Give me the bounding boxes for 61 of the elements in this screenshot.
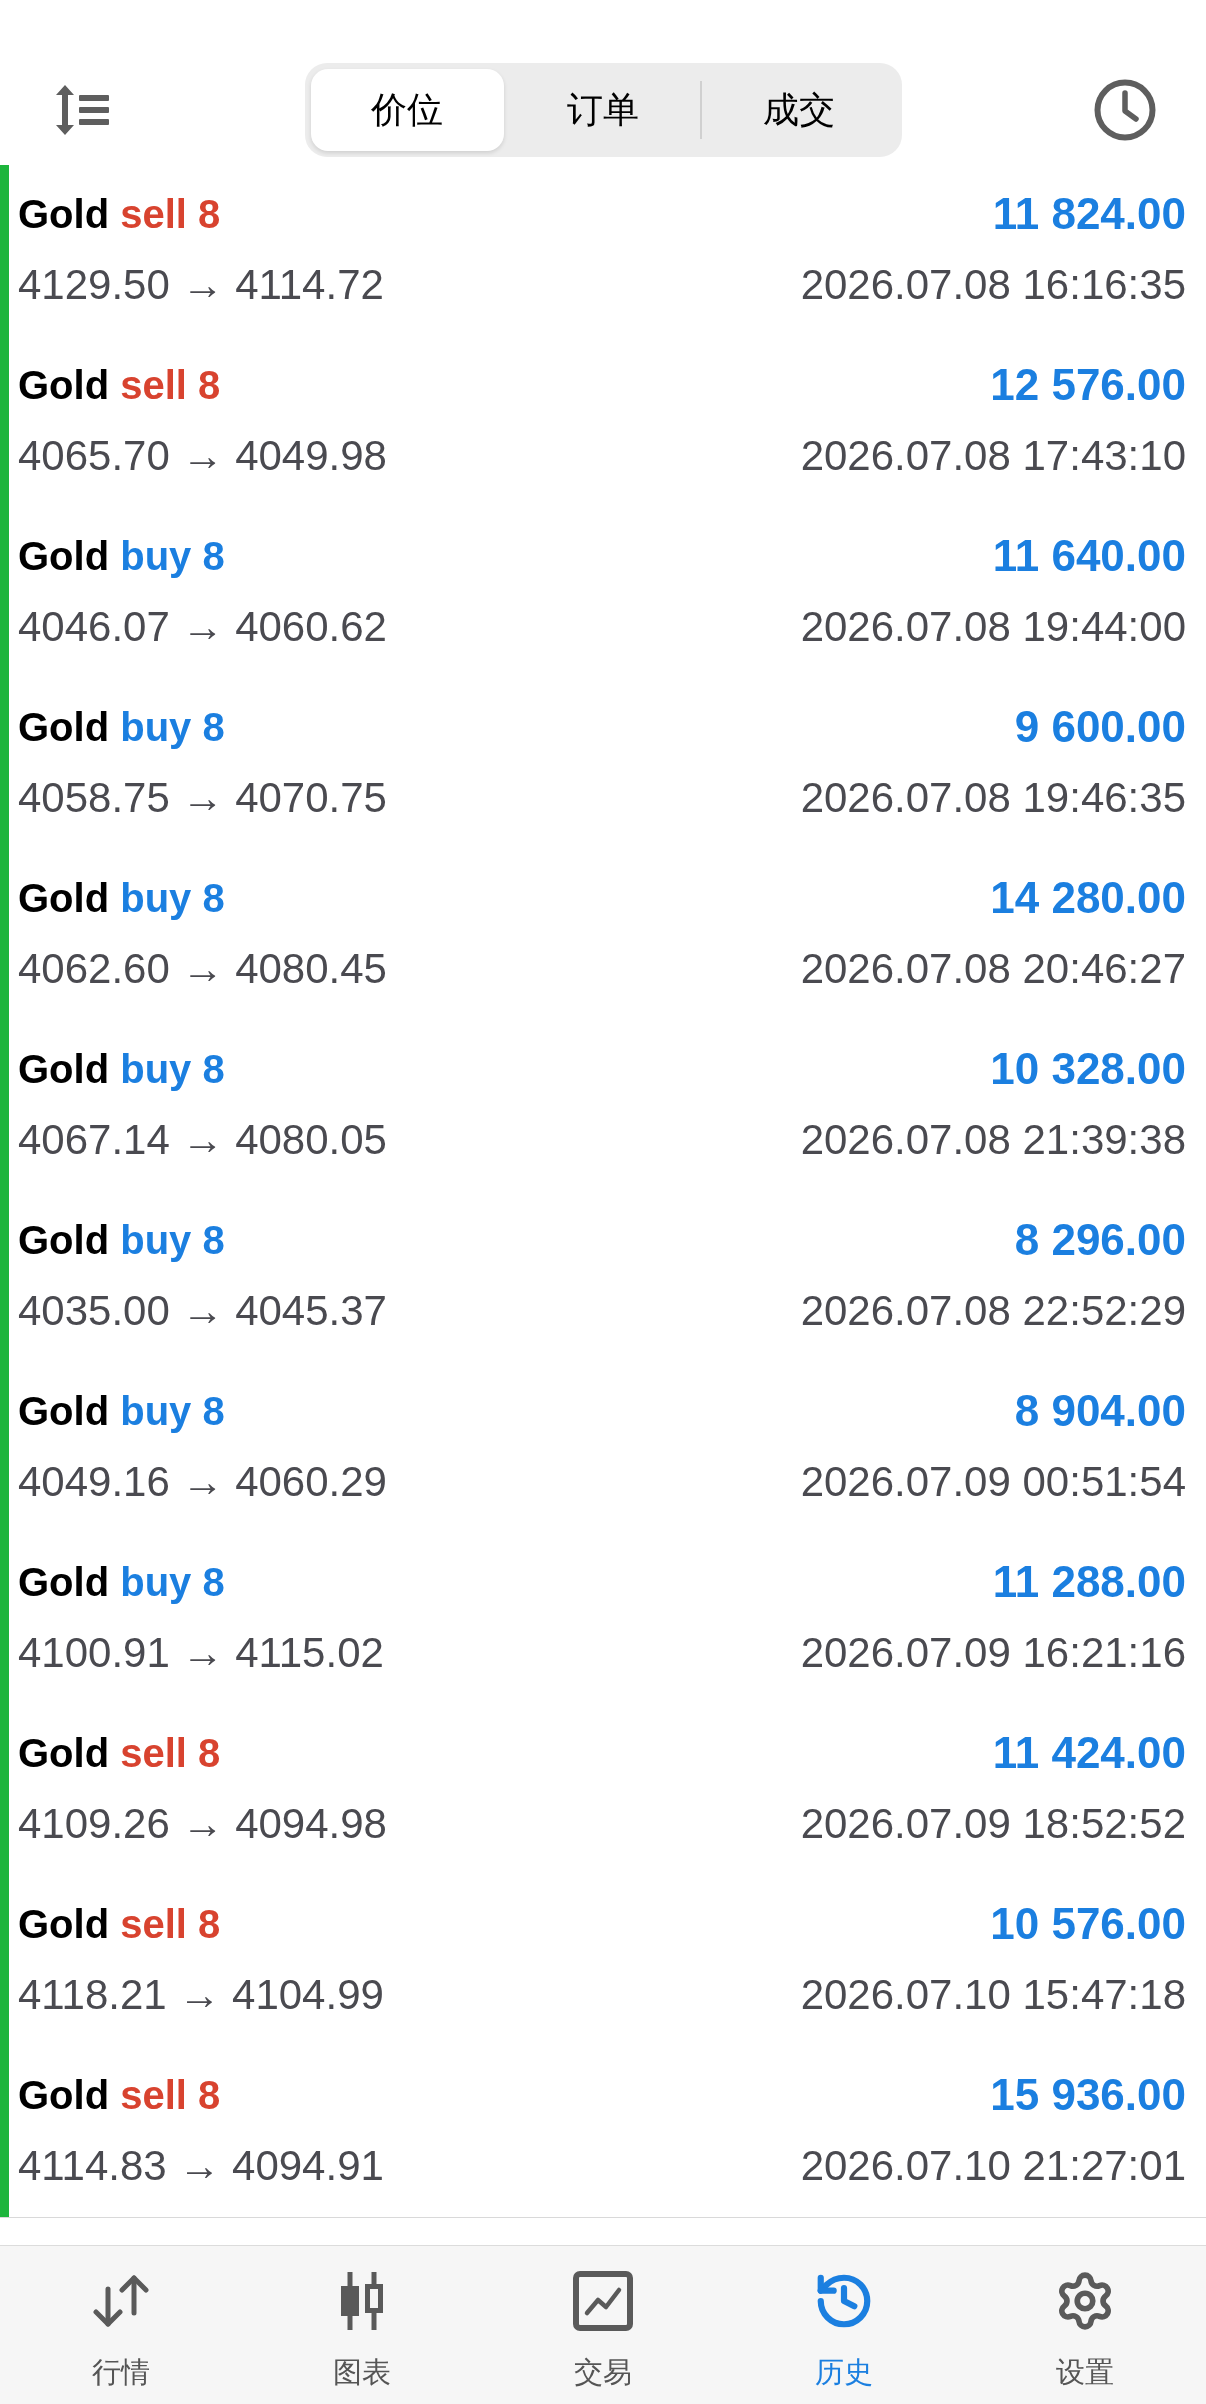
price-range: 4046.07 → 4060.62 (18, 603, 387, 651)
price-range: 4058.75 → 4070.75 (18, 774, 387, 822)
deal-title: Gold buy 8 (18, 1046, 226, 1093)
segment-tab[interactable]: 订单 (506, 69, 700, 151)
nav-tab[interactable]: 图表 (241, 2246, 483, 2404)
profit-amount: 12 576.00 (990, 361, 1186, 409)
deal-title: Gold buy 8 (18, 704, 226, 751)
segment-tab[interactable]: 价位 (310, 69, 505, 151)
price-range: 4129.50 → 4114.72 (18, 261, 384, 309)
price-range: 4035.00 → 4045.37 (18, 1287, 387, 1335)
deal-title: Gold sell 8 (18, 1730, 222, 1777)
sort-icon[interactable] (55, 85, 109, 135)
profit-amount: 11 424.00 (992, 1729, 1186, 1777)
deal-title: Gold buy 8 (18, 1388, 226, 1435)
deal-time: 2026.07.10 21:27:01 (800, 2142, 1186, 2190)
deal-title: Gold sell 8 (18, 2072, 222, 2119)
profit-amount: 8 904.00 (1014, 1387, 1186, 1435)
price-range: 4118.21 → 4104.99 (18, 1971, 384, 2019)
price-range: 4049.16 → 4060.29 (18, 1458, 387, 1506)
profit-amount: 10 328.00 (990, 1045, 1186, 1093)
profit-amount: 10 576.00 (990, 1900, 1186, 1948)
nav-tab[interactable]: 交易 (482, 2246, 724, 2404)
price-range: 4067.14 → 4080.05 (18, 1116, 387, 1164)
deal-time: 2026.07.09 16:21:16 (800, 1629, 1186, 1677)
price-range: 4109.26 → 4094.98 (18, 1800, 387, 1848)
deal-title: Gold sell 8 (18, 191, 222, 238)
nav-tab[interactable]: 行情 (0, 2246, 242, 2404)
deal-time: 2026.07.08 21:39:38 (800, 1116, 1186, 1164)
deal-title: Gold buy 8 (18, 533, 226, 580)
deal-title: Gold buy 8 (18, 875, 226, 922)
candlestick-icon (338, 2272, 385, 2330)
price-range: 4065.70 → 4049.98 (18, 432, 387, 480)
price-range: 4114.83 → 4094.91 (18, 2142, 384, 2190)
clock-icon[interactable] (1094, 79, 1156, 141)
profit-amount: 9 600.00 (1014, 703, 1186, 751)
nav-tab[interactable]: 设置 (964, 2246, 1206, 2404)
deal-time: 2026.07.09 18:52:52 (800, 1800, 1186, 1848)
deal-title: Gold buy 8 (18, 1559, 226, 1606)
deal-time: 2026.07.08 19:46:35 (800, 774, 1186, 822)
profit-amount: 11 288.00 (992, 1558, 1186, 1606)
profit-amount: 11 640.00 (992, 532, 1186, 580)
deal-title: Gold sell 8 (18, 1901, 222, 1948)
profit-amount: 14 280.00 (990, 874, 1186, 922)
profit-amount: 11 824.00 (992, 190, 1186, 238)
deal-time: 2026.07.10 15:47:18 (800, 1971, 1186, 2019)
price-range: 4062.60 → 4080.45 (18, 945, 387, 993)
line-chart-icon (573, 2271, 633, 2331)
deal-time: 2026.07.08 19:44:00 (800, 603, 1186, 651)
deal-time: 2026.07.08 22:52:29 (800, 1287, 1186, 1335)
nav-tab[interactable]: 历史 (723, 2246, 965, 2404)
deal-time: 2026.07.08 17:43:10 (800, 432, 1186, 480)
up-down-arrows-icon (92, 2275, 149, 2327)
deal-time: 2026.07.08 16:16:35 (800, 261, 1186, 309)
profit-amount: 15 936.00 (990, 2071, 1186, 2119)
deal-title: Gold buy 8 (18, 1217, 226, 1264)
deal-time: 2026.07.08 20:46:27 (800, 945, 1186, 993)
deal-title: Gold sell 8 (18, 362, 222, 409)
profit-amount: 8 296.00 (1014, 1216, 1186, 1264)
deal-time: 2026.07.09 00:51:54 (800, 1458, 1186, 1506)
segment-tab[interactable]: 成交 (701, 69, 896, 151)
price-range: 4100.91 → 4115.02 (18, 1629, 384, 1677)
